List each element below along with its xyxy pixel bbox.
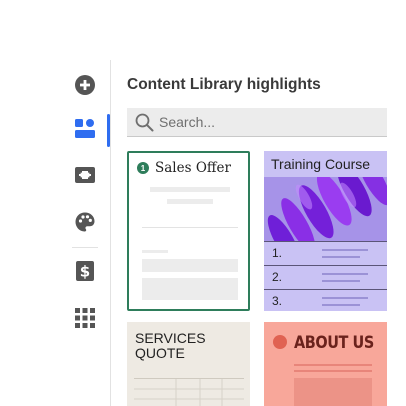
quote-table bbox=[134, 378, 244, 406]
item-number: 1. bbox=[272, 246, 283, 260]
panel-title: Content Library highlights bbox=[127, 76, 321, 93]
artwork-image bbox=[264, 177, 387, 241]
pricing-button[interactable]: $ bbox=[72, 258, 98, 284]
placeholder-line bbox=[150, 187, 230, 192]
search-input[interactable] bbox=[159, 108, 379, 136]
search-box[interactable] bbox=[127, 108, 387, 137]
card-title: Training Course bbox=[271, 156, 371, 172]
search-icon bbox=[135, 113, 154, 132]
palette-icon bbox=[75, 212, 95, 232]
left-toolbar: $ bbox=[60, 60, 111, 406]
item-number: 3. bbox=[272, 294, 283, 308]
add-button[interactable] bbox=[72, 72, 98, 98]
template-card-services-quote[interactable]: SERVICES QUOTE bbox=[127, 322, 250, 406]
placeholder-block bbox=[142, 259, 238, 272]
card-title: Sales Offer bbox=[155, 160, 231, 176]
selection-badge: 1 bbox=[137, 162, 149, 174]
placeholder-block bbox=[142, 278, 238, 300]
decorative-dot bbox=[273, 335, 287, 349]
placeholder-divider bbox=[142, 227, 238, 228]
placeholder-line bbox=[294, 370, 372, 372]
templates-button[interactable] bbox=[72, 115, 98, 141]
dollar-icon: $ bbox=[76, 261, 94, 281]
media-button[interactable] bbox=[72, 162, 98, 188]
placeholder-line bbox=[167, 199, 213, 204]
card-title: ABOUT US bbox=[294, 333, 374, 353]
plus-circle-icon bbox=[75, 75, 95, 95]
card-title-line: QUOTE bbox=[135, 345, 185, 361]
card-title: SERVICES QUOTE bbox=[135, 331, 206, 361]
template-layout-icon bbox=[75, 119, 95, 138]
rail-separator bbox=[110, 60, 111, 406]
placeholder-line bbox=[294, 364, 372, 366]
placeholder-block bbox=[294, 378, 372, 406]
apps-button[interactable] bbox=[72, 305, 98, 331]
course-item: 2. bbox=[264, 265, 387, 289]
grid-icon bbox=[75, 308, 95, 328]
design-button[interactable] bbox=[72, 209, 98, 235]
template-card-about-us[interactable]: ABOUT US bbox=[264, 322, 387, 406]
abstract-artwork bbox=[264, 177, 387, 241]
film-frame-icon bbox=[75, 167, 95, 183]
svg-text:$: $ bbox=[80, 263, 90, 281]
rail-divider bbox=[72, 247, 98, 248]
course-item: 3. bbox=[264, 289, 387, 311]
template-card-sales-offer[interactable]: 1 Sales Offer bbox=[127, 151, 250, 311]
item-number: 2. bbox=[272, 270, 283, 284]
placeholder-line bbox=[142, 250, 168, 253]
card-title-line: SERVICES bbox=[135, 330, 206, 346]
template-card-training-course[interactable]: Training Course 1. 2. 3. bbox=[264, 151, 387, 311]
course-item: 1. bbox=[264, 241, 387, 265]
